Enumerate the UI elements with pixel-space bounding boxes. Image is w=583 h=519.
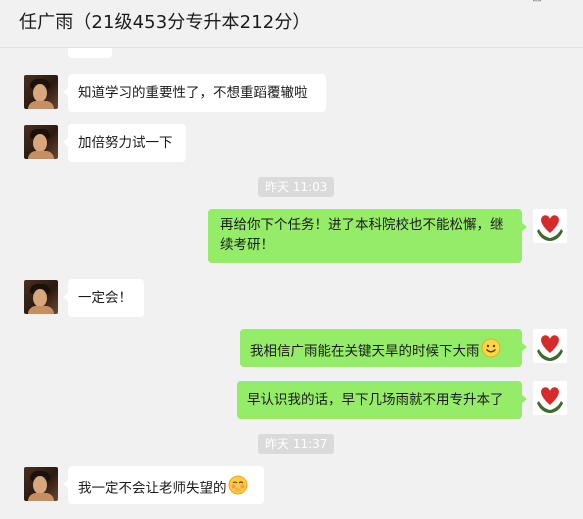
message-bubble[interactable]: 我相信广雨能在关键天旱的时候下大雨 (240, 329, 527, 367)
message-list[interactable]: 知道学习的重要性了，不想重蹈覆辙啦 加倍努力试一下 昨天 11:03 再给你下个… (0, 48, 583, 519)
message-text: 我一定不会让老师失望的 (78, 480, 227, 497)
contact-avatar[interactable] (24, 467, 58, 501)
message-text: 加倍努力试一下 (78, 135, 173, 151)
chat-title[interactable]: 任广雨（21级453分专升本212分） (19, 8, 311, 34)
window-controls: ⊥ — □ ✕ (465, 0, 575, 6)
heart-hands-icon (537, 215, 563, 241)
contact-avatar[interactable] (24, 75, 58, 109)
message-text: 我相信广雨能在关键天旱的时候下大雨 (250, 343, 480, 360)
heart-hands-icon (537, 335, 563, 361)
blushing-face-emoji-icon (228, 475, 248, 502)
message-text: 知道学习的重要性了，不想重蹈覆辙啦 (78, 85, 308, 101)
message-text: 早认识我的话，早下几场雨就不用专升本了 (247, 392, 504, 408)
timestamp: 昨天 11:03 (258, 177, 335, 197)
pin-icon[interactable]: ⊥ (465, 0, 477, 4)
minimize-icon[interactable]: — (499, 0, 511, 4)
my-avatar[interactable] (533, 381, 567, 415)
message-text: 再给你下个任务！进了本科院校也不能松懈，继续考研！ (220, 217, 504, 253)
message-bubble[interactable]: 再给你下个任务！进了本科院校也不能松懈，继续考研！ (208, 209, 527, 263)
message-bubble[interactable]: 早认识我的话，早下几场雨就不用专升本了 (237, 381, 527, 419)
contact-avatar[interactable] (24, 280, 58, 314)
heart-hands-icon (537, 387, 563, 413)
contact-avatar[interactable] (24, 125, 58, 159)
message-bubble[interactable]: 知道学习的重要性了，不想重蹈覆辙啦 (63, 74, 326, 112)
message-text: 一定会！ (78, 290, 132, 306)
maximize-icon[interactable]: □ (531, 0, 543, 4)
my-avatar[interactable] (533, 329, 567, 363)
message-bubble[interactable]: 一定会！ (63, 279, 144, 317)
partial-message-bubble[interactable] (63, 48, 112, 58)
chat-header: 任广雨（21级453分专升本212分） ⊥ — □ ✕ (0, 0, 583, 48)
timestamp: 昨天 11:37 (258, 434, 335, 454)
my-avatar[interactable] (533, 209, 567, 243)
message-bubble[interactable]: 加倍努力试一下 (63, 124, 186, 162)
close-icon[interactable]: ✕ (563, 0, 575, 4)
message-bubble[interactable]: 我一定不会让老师失望的 (63, 466, 264, 504)
smile-emoji-icon (481, 338, 501, 365)
